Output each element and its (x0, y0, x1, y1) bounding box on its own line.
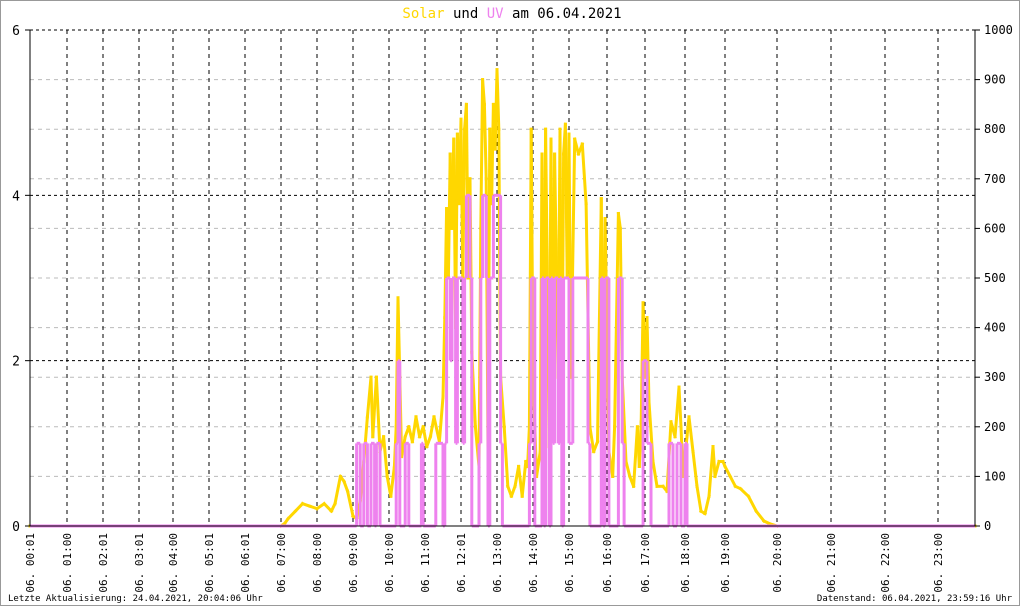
solar-segment (691, 449, 699, 488)
solar-segment (342, 479, 350, 494)
left-tick-label: 6 (12, 24, 20, 39)
x-tick-label: 06. 05:01 (203, 533, 216, 593)
x-tick-label: 06. 21:00 (825, 533, 838, 593)
footer-data-status: Datenstand: 06.04.2021, 23:59:16 Uhr (817, 594, 1013, 604)
solar-segment (580, 142, 588, 206)
x-tick-label: 06. 12:01 (455, 533, 468, 593)
x-tick-label: 06. 11:00 (419, 533, 432, 593)
x-tick-labels: 06. 00:01 06. 01:00 06. 02:01 06. 03:01 06. … (24, 533, 945, 593)
axes: 0 100 200 300 400 500 600 700 800 900 1000 0 2 4 6 (12, 23, 1013, 535)
solar-segment (495, 68, 501, 131)
left-tick-label: 4 (12, 189, 20, 204)
solar-segment (738, 486, 751, 499)
x-tick-label: 06. 08:00 (311, 533, 324, 593)
title-date: am 06.04.2021 (512, 6, 622, 22)
solar-segment (461, 127, 467, 280)
left-tick-label: 0 (12, 520, 20, 535)
solar-segment (482, 102, 488, 181)
series-layer (28, 68, 977, 529)
title-uv: UV (487, 6, 504, 22)
x-tick-label: 06. 00:01 (24, 533, 37, 593)
x-tick-label: 06. 03:01 (133, 533, 146, 593)
right-tick-label: 700 (984, 172, 1006, 186)
solar-segment (381, 435, 389, 479)
title-solar: Solar (402, 6, 444, 22)
solar-segment (333, 474, 343, 506)
x-tick-label: 06. 13:00 (491, 533, 504, 593)
x-tick-label: 06. 02:01 (97, 533, 110, 593)
title-und: und (453, 6, 478, 22)
footer-last-update: Letzte Aktualisierung: 24.04.2021, 20:04… (8, 594, 263, 604)
solar-segment (677, 385, 683, 429)
right-tick-label: 500 (984, 271, 1006, 285)
x-tick-label: 06. 01:00 (61, 533, 74, 593)
x-tick-label: 06. 18:00 (679, 533, 692, 593)
solar-segment (389, 464, 397, 498)
solar-segment (687, 415, 695, 454)
right-tick-label: 1000 (984, 23, 1013, 37)
solar-segment (611, 425, 617, 478)
solar-segment (754, 509, 767, 524)
solar-segment (480, 77, 487, 107)
right-tick-label: 0 (984, 519, 991, 533)
x-tick-label: 06. 06:01 (239, 533, 252, 593)
solar-segment (695, 484, 703, 513)
solar-segment (502, 425, 510, 488)
x-tick-label: 06. 19:00 (719, 533, 732, 593)
solar-segment (345, 489, 355, 518)
x-tick-label: 06. 17:00 (639, 533, 652, 593)
solar-segment (624, 459, 632, 479)
solar-segment (637, 420, 643, 469)
right-tick-label: 100 (984, 469, 1006, 483)
x-tick-label: 06. 04:00 (167, 533, 180, 593)
solar-segment (286, 508, 298, 521)
chart-title: Solar und UV am 06.04.2021 (402, 6, 621, 22)
solar-uv-chart: 0 100 200 300 400 500 600 700 800 900 1000 0 2 4 6 Sol… (8, 6, 1013, 604)
x-tick-label: 06. 10:00 (383, 533, 396, 593)
solar-segment (651, 459, 659, 489)
right-tick-label: 400 (984, 321, 1006, 335)
solar-segment (441, 316, 447, 399)
x-tick-label: 06. 15:00 (563, 533, 576, 593)
x-tick-label: 06. 16:00 (601, 533, 614, 593)
x-tick-label: 06. 23:00 (932, 533, 945, 593)
left-tick-label: 2 (12, 355, 20, 370)
solar-segment (374, 375, 382, 454)
solar-segment (509, 484, 517, 499)
solar-segment (722, 464, 733, 479)
solar-segment (437, 395, 445, 444)
x-tick-label: 06. 14:00 (527, 533, 540, 593)
solar-segment (703, 494, 711, 516)
x-tick-label: 06. 22:00 (879, 533, 892, 593)
solar-segment (746, 494, 759, 514)
x-tick-label: 06. 20:00 (771, 533, 784, 593)
solar-segment (616, 211, 622, 231)
solar-segment (520, 459, 528, 498)
solar-segment (414, 415, 422, 439)
right-tick-label: 900 (984, 73, 1006, 87)
x-tick-label: 06. 09:00 (347, 533, 360, 593)
right-tick-label: 600 (984, 221, 1006, 235)
solar-segment (424, 434, 433, 449)
right-tick-label: 200 (984, 420, 1006, 434)
right-tick-label: 800 (984, 122, 1006, 136)
x-tick-label: 06. 07:00 (275, 533, 288, 593)
right-tick-label: 300 (984, 370, 1006, 384)
